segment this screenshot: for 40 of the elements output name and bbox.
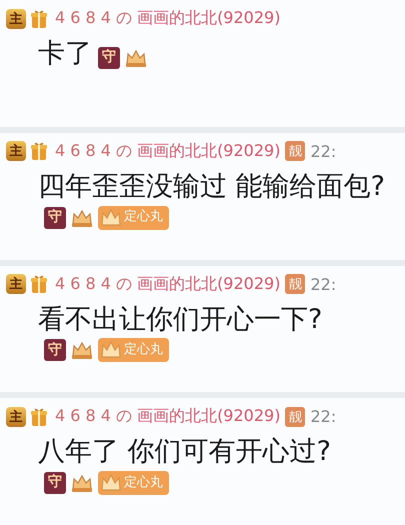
medal-text: 定心丸 — [124, 208, 163, 226]
nickname[interactable]: 画画的北北(92029) — [137, 406, 280, 428]
guard-badge: 守 — [98, 46, 120, 69]
user-id: 4 6 8 4 の — [55, 8, 132, 29]
medal-text: 定心丸 — [124, 341, 163, 360]
guard-badge: 守 — [44, 472, 66, 494]
user-id: 4 6 8 4 の — [55, 406, 132, 428]
time: 22: — [310, 407, 336, 426]
crown-icon — [125, 48, 147, 68]
tag-badge: 靓 — [285, 274, 306, 294]
gift-icon — [31, 141, 47, 162]
time: 22: — [310, 274, 336, 294]
message-text: 四年歪歪没输过 能输给面包? — [38, 170, 385, 202]
medal-text: 定心丸 — [124, 474, 163, 492]
message-text: 八年了 你们可有开心过? — [38, 436, 331, 468]
crown-icon — [71, 340, 93, 360]
message-text: 卡了 — [38, 38, 92, 69]
crown-icon — [71, 473, 93, 494]
crown-icon — [100, 208, 122, 228]
guard-badge: 守 — [44, 339, 66, 362]
nickname[interactable]: 画画的北北(92029) — [137, 8, 280, 29]
tag-badge: 靓 — [285, 406, 306, 427]
host-badge: 主 — [6, 141, 26, 162]
host-badge: 主 — [6, 274, 26, 294]
crown-icon — [71, 208, 93, 228]
user-id: 4 6 8 4 の — [55, 140, 132, 162]
nickname[interactable]: 画画的北北(92029) — [137, 274, 280, 294]
nickname[interactable]: 画画的北北(92029) — [137, 140, 280, 162]
gift-icon — [31, 8, 47, 28]
crown-icon — [100, 340, 122, 360]
gift-icon — [31, 274, 47, 294]
gift-icon — [31, 406, 47, 427]
host-badge: 主 — [6, 406, 26, 427]
time: 22: — [310, 142, 336, 161]
user-id: 4 6 8 4 の — [55, 274, 132, 294]
guard-badge: 守 — [44, 206, 66, 229]
message-text: 看不出让你们开心一下? — [38, 304, 322, 334]
host-badge: 主 — [6, 8, 26, 28]
tag-badge: 靓 — [285, 141, 306, 162]
crown-icon — [100, 473, 122, 494]
